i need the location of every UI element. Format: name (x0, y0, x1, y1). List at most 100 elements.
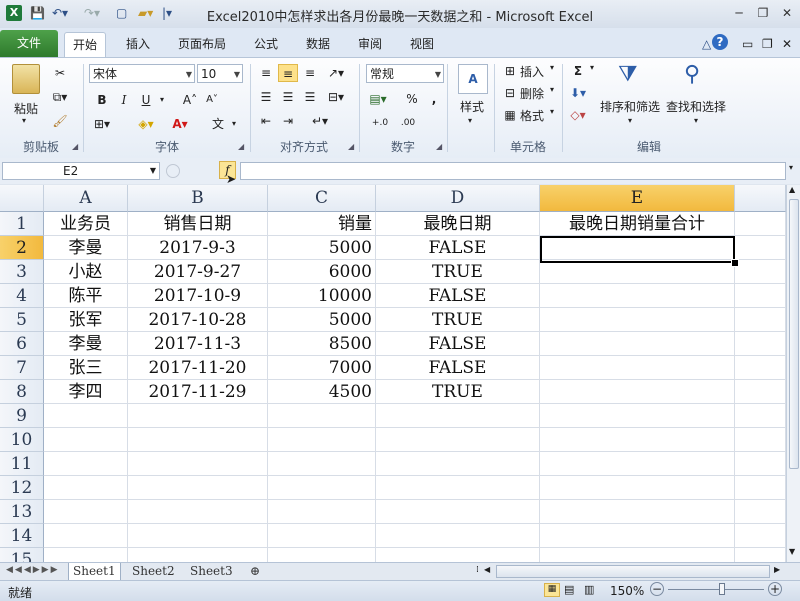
font-launcher-icon[interactable]: ◢ (238, 142, 244, 151)
table-cell[interactable]: FALSE (376, 332, 540, 356)
tab-insert[interactable]: 插入 (118, 32, 158, 56)
table-cell[interactable]: TRUE (376, 260, 540, 284)
sheet-tab[interactable]: Sheet3 (186, 563, 237, 580)
table-cell[interactable] (540, 332, 735, 356)
normal-view-icon[interactable]: ▦ (544, 583, 560, 597)
insert-cells-icon[interactable]: ⊞ (500, 62, 520, 80)
format-painter-icon[interactable]: 🖌 (50, 112, 70, 130)
row-header[interactable]: 1 (0, 212, 44, 236)
select-all-corner[interactable] (0, 185, 44, 212)
table-cell[interactable] (735, 548, 786, 562)
table-cell[interactable] (376, 500, 540, 524)
table-cell[interactable]: TRUE (376, 380, 540, 404)
table-cell[interactable]: 小赵 (44, 260, 128, 284)
styles-button[interactable]: 样式 (460, 98, 484, 115)
table-cell[interactable]: 陈平 (44, 284, 128, 308)
table-cell[interactable] (540, 356, 735, 380)
column-header-c[interactable]: C (268, 185, 376, 212)
align-middle-icon[interactable]: ≡ (278, 64, 298, 82)
wrap-text-icon[interactable]: ↵▾ (310, 112, 330, 130)
sort-filter-button[interactable]: 排序和筛选 (600, 98, 660, 115)
table-cell[interactable] (128, 476, 268, 500)
paste-button[interactable]: 粘贴 (14, 100, 38, 117)
cut-icon[interactable]: ✂ (50, 64, 70, 82)
chevron-down-icon[interactable]: ▼ (150, 163, 156, 179)
table-cell[interactable] (376, 548, 540, 562)
table-cell[interactable] (735, 524, 786, 548)
font-color-icon[interactable]: A▾ (170, 115, 190, 133)
table-cell[interactable]: 5000 (268, 236, 376, 260)
header-cell[interactable] (735, 212, 786, 236)
align-bottom-icon[interactable]: ≡ (300, 64, 320, 82)
align-center-icon[interactable]: ☰ (278, 88, 298, 106)
page-layout-view-icon[interactable]: ▤ (564, 583, 574, 596)
column-header-d[interactable]: D (376, 185, 540, 212)
format-cells-button[interactable]: 格式 (520, 107, 544, 124)
table-cell[interactable] (540, 380, 735, 404)
table-cell[interactable]: 2017-11-29 (128, 380, 268, 404)
table-cell[interactable] (376, 428, 540, 452)
table-cell[interactable] (44, 404, 128, 428)
zoom-in-button[interactable]: + (768, 582, 782, 596)
sort-filter-icon[interactable]: ⧩ (618, 62, 638, 87)
page-break-view-icon[interactable]: ▥ (584, 583, 594, 596)
table-cell[interactable]: 李四 (44, 380, 128, 404)
table-cell[interactable]: 张军 (44, 308, 128, 332)
close-icon[interactable]: ✕ (776, 4, 798, 22)
table-cell[interactable] (44, 476, 128, 500)
row-header[interactable]: 14 (0, 524, 44, 548)
styles-icon[interactable]: A (458, 64, 488, 94)
table-cell[interactable]: 10000 (268, 284, 376, 308)
row-header[interactable]: 9 (0, 404, 44, 428)
worksheet-grid[interactable]: ABCDE 1 2 3 4 5 6 7 8 9 10 11 12 13 14 15 业务员 销售日期 销量 最晚日… (0, 185, 786, 562)
table-cell[interactable]: 2017-10-9 (128, 284, 268, 308)
row-header[interactable]: 8 (0, 380, 44, 404)
table-cell[interactable]: 4500 (268, 380, 376, 404)
ribbon-close-icon[interactable]: ✕ (774, 32, 800, 56)
table-cell[interactable] (540, 284, 735, 308)
copy-icon[interactable]: ⧉▾ (50, 88, 70, 106)
underline-dropdown-icon[interactable]: ▾ (152, 91, 172, 109)
sheet-tab[interactable]: Sheet1 (68, 563, 121, 581)
clipboard-launcher-icon[interactable]: ◢ (72, 142, 78, 151)
increase-font-icon[interactable]: A˄ (180, 91, 200, 109)
table-cell[interactable]: 6000 (268, 260, 376, 284)
table-cell[interactable] (128, 428, 268, 452)
table-cell[interactable]: 张三 (44, 356, 128, 380)
table-cell[interactable] (540, 404, 735, 428)
alignment-launcher-icon[interactable]: ◢ (348, 142, 354, 151)
chevron-down-icon[interactable]: ▾ (628, 116, 632, 125)
row-header[interactable]: 5 (0, 308, 44, 332)
header-cell[interactable]: 销售日期 (128, 212, 268, 236)
minimize-icon[interactable]: ─ (728, 4, 750, 22)
table-cell[interactable] (735, 476, 786, 500)
align-left-icon[interactable]: ☰ (256, 88, 276, 106)
merge-center-icon[interactable]: ⊟▾ (326, 88, 346, 106)
table-cell[interactable] (44, 500, 128, 524)
table-cell[interactable] (735, 404, 786, 428)
zoom-out-button[interactable]: − (650, 582, 664, 596)
table-cell[interactable]: 2017-9-27 (128, 260, 268, 284)
chevron-down-icon[interactable]: ▾ (694, 116, 698, 125)
row-header[interactable]: 2 (0, 236, 44, 260)
table-cell[interactable] (44, 524, 128, 548)
tab-review[interactable]: 审阅 (350, 32, 390, 56)
scroll-thumb[interactable] (789, 199, 799, 469)
delete-cells-button[interactable]: 删除 (520, 85, 544, 102)
table-cell[interactable] (44, 548, 128, 562)
increase-indent-icon[interactable]: ⇥ (278, 112, 298, 130)
tab-split-icon[interactable]: ⁞ (476, 565, 479, 575)
chevron-down-icon[interactable]: ▾ (550, 107, 554, 116)
header-cell[interactable]: 最晚日期销量合计 (540, 212, 735, 236)
decrease-indent-icon[interactable]: ⇤ (256, 112, 276, 130)
sheet-tab[interactable]: Sheet2 (128, 563, 179, 580)
name-box[interactable]: E2 ▼ (2, 162, 160, 180)
autosum-button[interactable]: Σ (568, 62, 588, 80)
increase-decimal-button[interactable]: +.0 (368, 114, 392, 132)
binoculars-icon[interactable]: ⚲ (684, 62, 700, 87)
row-header[interactable]: 11 (0, 452, 44, 476)
formula-bar-divider-icon[interactable] (166, 164, 180, 178)
styles-dropdown-icon[interactable]: ▾ (468, 116, 472, 125)
tab-page-layout[interactable]: 页面布局 (170, 32, 234, 56)
table-cell[interactable] (268, 428, 376, 452)
